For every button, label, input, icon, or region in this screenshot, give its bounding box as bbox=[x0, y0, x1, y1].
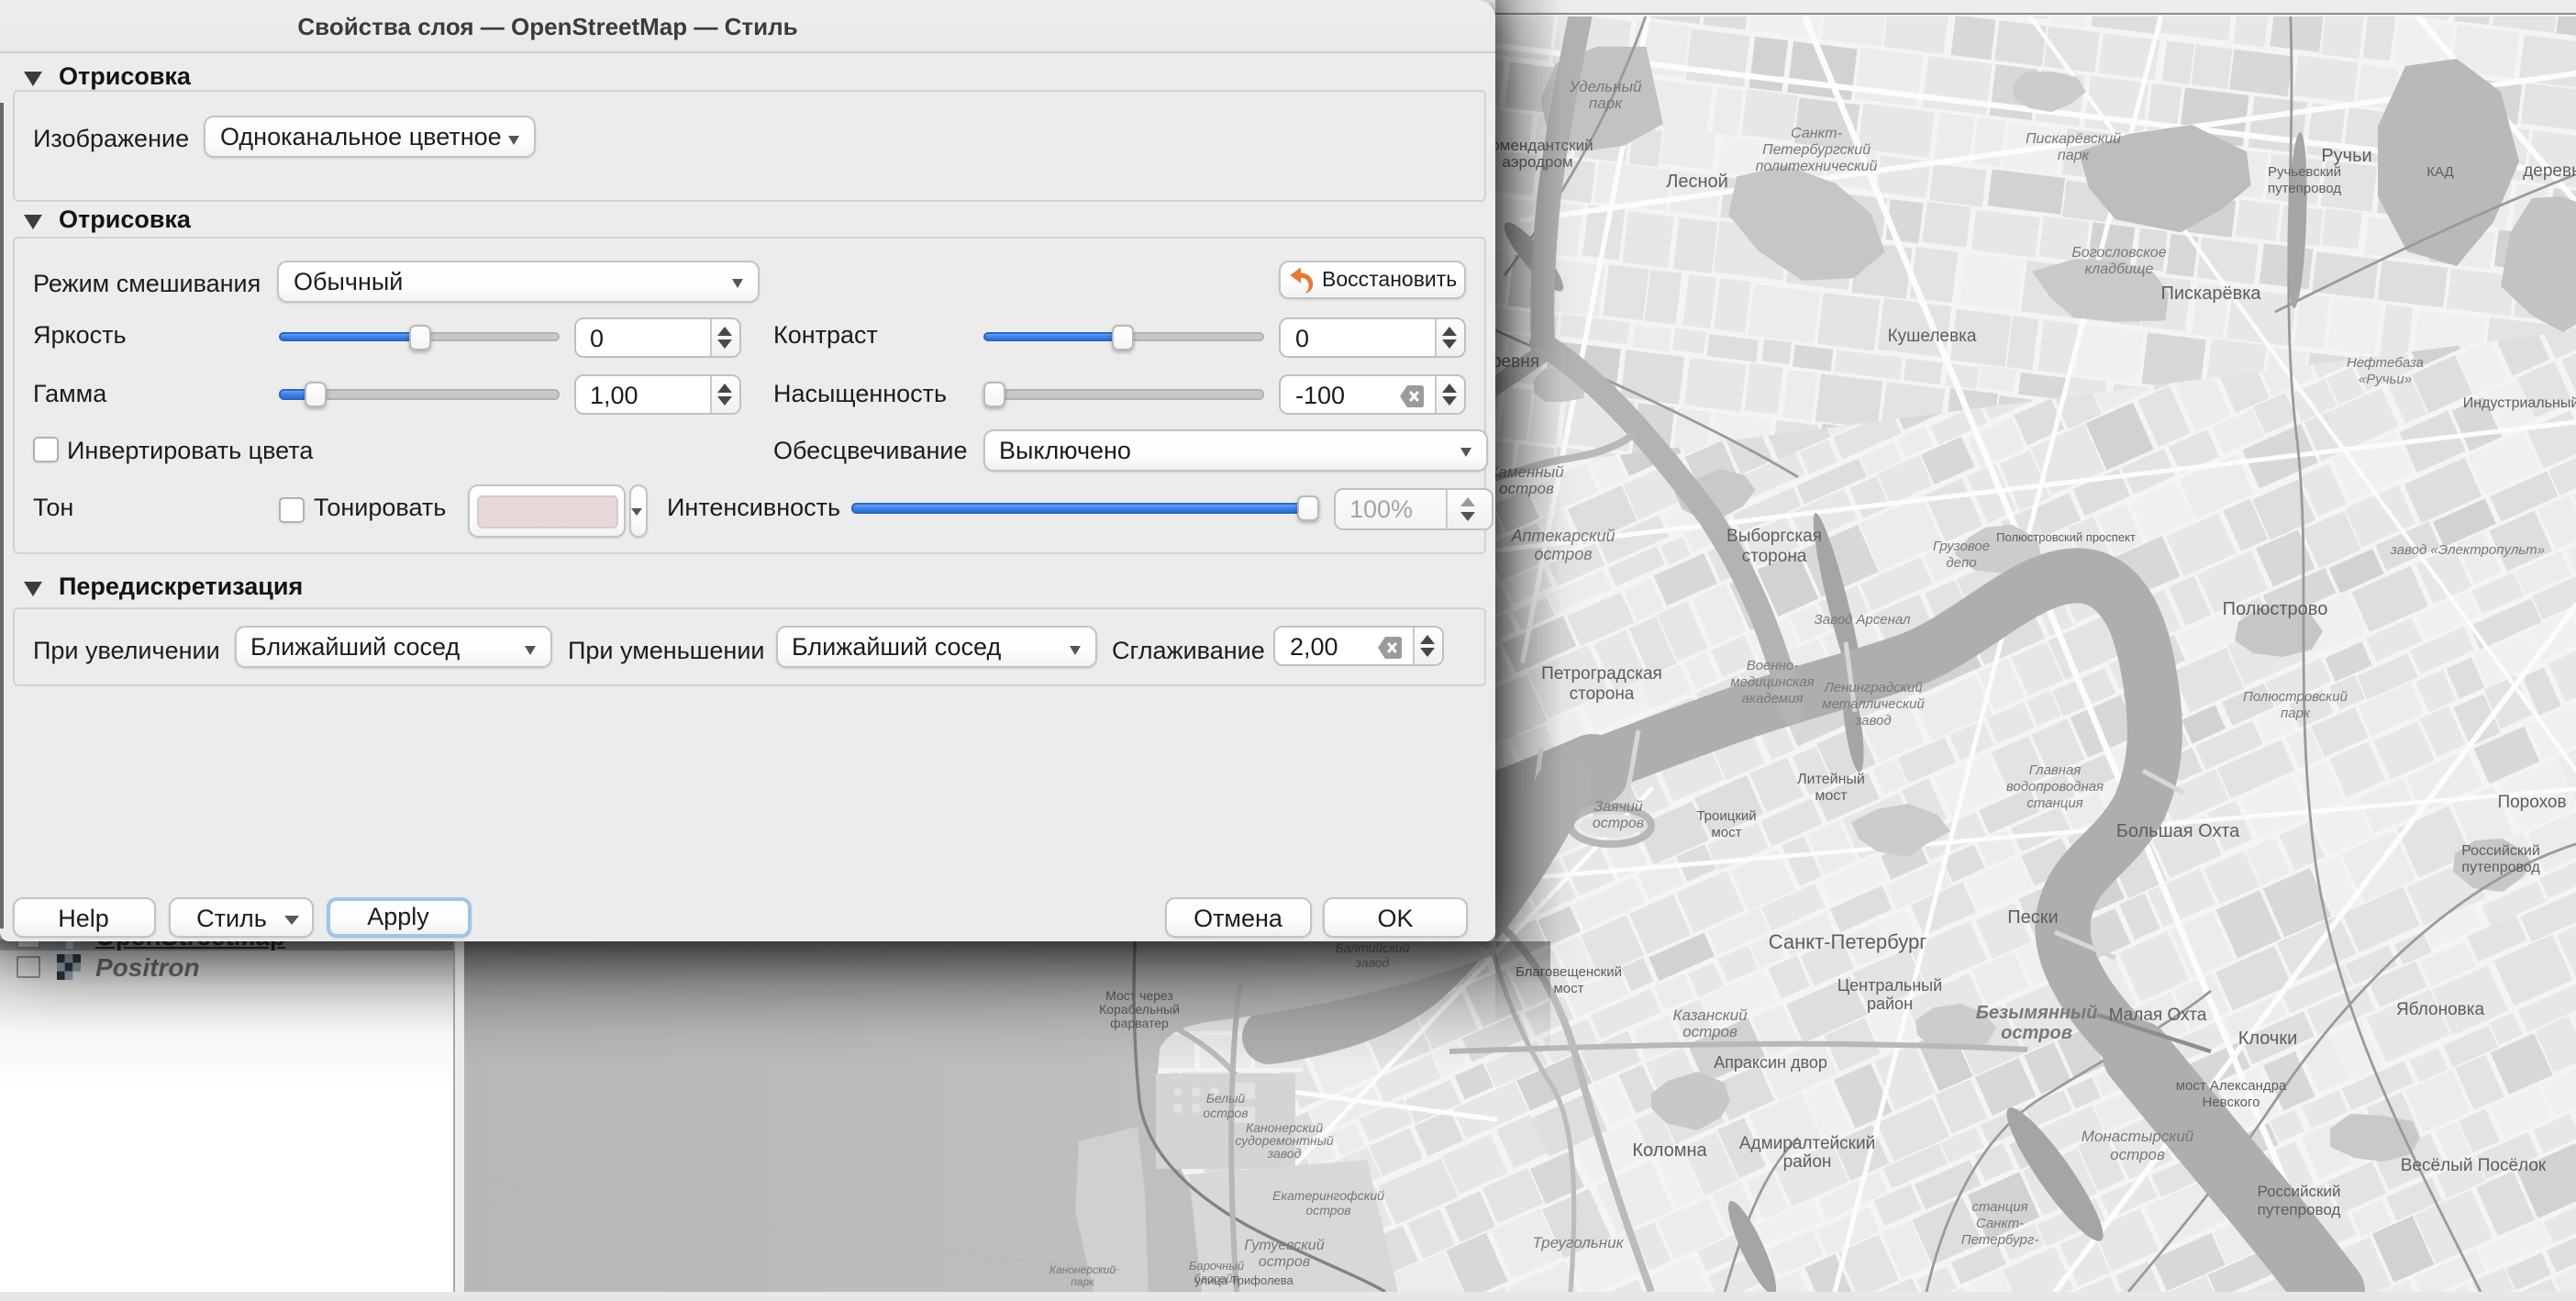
svg-text:остров: остров bbox=[2110, 1146, 2165, 1163]
svg-text:Богословское: Богословское bbox=[2071, 245, 2166, 261]
svg-text:Полюстровский проспект: Полюстровский проспект bbox=[1996, 530, 2136, 544]
svg-text:Центральный: Центральный bbox=[1838, 976, 1942, 995]
svg-text:парк: парк bbox=[1589, 95, 1623, 112]
svg-text:остров: остров bbox=[1259, 1254, 1310, 1270]
svg-text:Малая Охта: Малая Охта bbox=[2109, 1006, 2207, 1025]
svg-text:мост: мост bbox=[1815, 788, 1848, 804]
svg-text:кладбище: кладбище bbox=[2085, 261, 2154, 277]
svg-text:район: район bbox=[1783, 1152, 1832, 1172]
svg-text:Треугольник: Треугольник bbox=[1532, 1234, 1624, 1251]
svg-text:Пискарёвка: Пискарёвка bbox=[2160, 284, 2261, 304]
svg-text:Ручьи: Ручьи bbox=[2321, 146, 2371, 166]
svg-text:парк: парк bbox=[2058, 148, 2091, 163]
svg-text:Выборгская: Выборгская bbox=[1727, 527, 1822, 546]
svg-text:мост Александра: мост Александра bbox=[2176, 1078, 2287, 1094]
svg-text:Монастырский: Монастырский bbox=[2082, 1128, 2194, 1145]
svg-text:академия: академия bbox=[1742, 691, 1804, 706]
svg-text:Троицкий: Троицкий bbox=[1696, 808, 1756, 824]
svg-text:станция: станция bbox=[2026, 795, 2082, 811]
svg-text:мост: мост bbox=[1711, 825, 1741, 840]
svg-text:Канонерский: Канонерский bbox=[1049, 1263, 1116, 1276]
svg-text:Петербургский: Петербургский bbox=[1762, 142, 1871, 158]
svg-text:Коломна: Коломна bbox=[1632, 1140, 1707, 1161]
svg-text:Гутуевский: Гутуевский bbox=[1244, 1238, 1324, 1253]
svg-text:водопроводная: водопроводная bbox=[2006, 779, 2104, 795]
svg-text:Большая Охта: Большая Охта bbox=[2116, 821, 2240, 841]
svg-text:Литейный: Литейный bbox=[1797, 772, 1865, 787]
svg-text:завод: завод bbox=[1854, 713, 1891, 728]
svg-text:Яблоновка: Яблоновка bbox=[2396, 1000, 2485, 1019]
svg-text:металлический: металлический bbox=[1822, 696, 1925, 712]
svg-text:Весёлый Посёлок: Весёлый Посёлок bbox=[2401, 1156, 2547, 1175]
svg-text:политехнический: политехнический bbox=[1756, 159, 1878, 174]
svg-text:Полюстрово: Полюстрово bbox=[2223, 599, 2328, 619]
svg-text:медицинская: медицинская bbox=[1730, 674, 1814, 690]
svg-text:КАД: КАД bbox=[2426, 164, 2453, 180]
svg-text:Апраксин двор: Апраксин двор bbox=[1714, 1053, 1827, 1072]
svg-text:путепровод: путепровод bbox=[2461, 860, 2540, 875]
svg-text:Санкт-: Санкт- bbox=[1976, 1216, 2024, 1231]
svg-text:Адмиралтейский: Адмиралтейский bbox=[1739, 1134, 1875, 1153]
svg-text:Завод Арсенал: Завод Арсенал bbox=[1815, 612, 1911, 628]
svg-text:район: район bbox=[1867, 995, 1913, 1013]
svg-text:Пески: Пески bbox=[2007, 907, 2058, 928]
svg-text:завод: завод bbox=[1267, 1146, 1302, 1161]
svg-text:сторона: сторона bbox=[1570, 684, 1635, 704]
svg-text:Российский: Российский bbox=[2258, 1183, 2341, 1200]
svg-text:«Ручьи»: «Ручьи» bbox=[2359, 372, 2412, 387]
svg-text:Пискарёвский: Пискарёвский bbox=[2026, 131, 2121, 147]
svg-text:Ленинградский: Ленинградский bbox=[1823, 680, 1923, 695]
svg-text:Индустриальный: Индустриальный bbox=[2463, 395, 2576, 411]
svg-text:Безымянный: Безымянный bbox=[1976, 1003, 2098, 1023]
svg-text:путепровод: путепровод bbox=[2268, 181, 2341, 196]
svg-text:остров: остров bbox=[1203, 1106, 1248, 1120]
svg-text:станция: станция bbox=[1971, 1199, 2027, 1215]
svg-text:Главная: Главная bbox=[2029, 762, 2082, 778]
svg-text:Петербург-: Петербург- bbox=[1961, 1232, 2039, 1248]
svg-text:Екатерингофский: Екатерингофский bbox=[1272, 1188, 1384, 1203]
svg-text:Барочный: Барочный bbox=[1189, 1259, 1244, 1273]
svg-text:Полюстровский: Полюстровский bbox=[2243, 689, 2348, 705]
svg-text:сторона: сторона bbox=[1742, 547, 1807, 566]
svg-text:Кушелевка: Кушелевка bbox=[1888, 327, 1977, 346]
svg-text:парк: парк bbox=[1071, 1275, 1095, 1288]
svg-text:парк: парк bbox=[2281, 706, 2311, 721]
svg-text:Грузовое: Грузовое bbox=[1933, 539, 1990, 554]
svg-text:деревня Р: деревня Р bbox=[2523, 161, 2576, 181]
svg-text:Удельный: Удельный bbox=[1569, 78, 1642, 95]
svg-text:улица Трифолева: улица Трифолева bbox=[1194, 1273, 1294, 1287]
svg-text:депо: депо bbox=[1946, 555, 1976, 571]
svg-text:остров: остров bbox=[1682, 1023, 1738, 1040]
svg-text:Заячий: Заячий bbox=[1593, 799, 1642, 815]
svg-text:Клочки: Клочки bbox=[2238, 1029, 2298, 1049]
svg-text:Порохов: Порохов bbox=[2497, 793, 2566, 812]
svg-text:Невского: Невского bbox=[2202, 1095, 2260, 1110]
svg-text:Санкт-: Санкт- bbox=[1791, 126, 1842, 141]
svg-text:путепровод: путепровод bbox=[2258, 1201, 2341, 1218]
svg-text:Военно-: Военно- bbox=[1747, 658, 1799, 673]
svg-text:Нефтебаза: Нефтебаза bbox=[2347, 355, 2424, 371]
svg-text:остров: остров bbox=[1305, 1203, 1350, 1218]
svg-text:Российский: Российский bbox=[2461, 843, 2540, 859]
svg-text:Казанский: Казанский bbox=[1672, 1006, 1748, 1024]
svg-text:завод «Электропульт»: завод «Электропульт» bbox=[2390, 542, 2545, 558]
svg-text:Белый: Белый bbox=[1206, 1091, 1246, 1106]
svg-text:остров: остров bbox=[1593, 816, 1644, 831]
svg-text:Лесной: Лесной bbox=[1666, 172, 1728, 192]
svg-text:остров: остров bbox=[2001, 1023, 2072, 1043]
svg-text:Ручьевский: Ручьевский bbox=[2268, 164, 2341, 180]
svg-text:Санкт-Петербург: Санкт-Петербург bbox=[1769, 930, 1927, 953]
